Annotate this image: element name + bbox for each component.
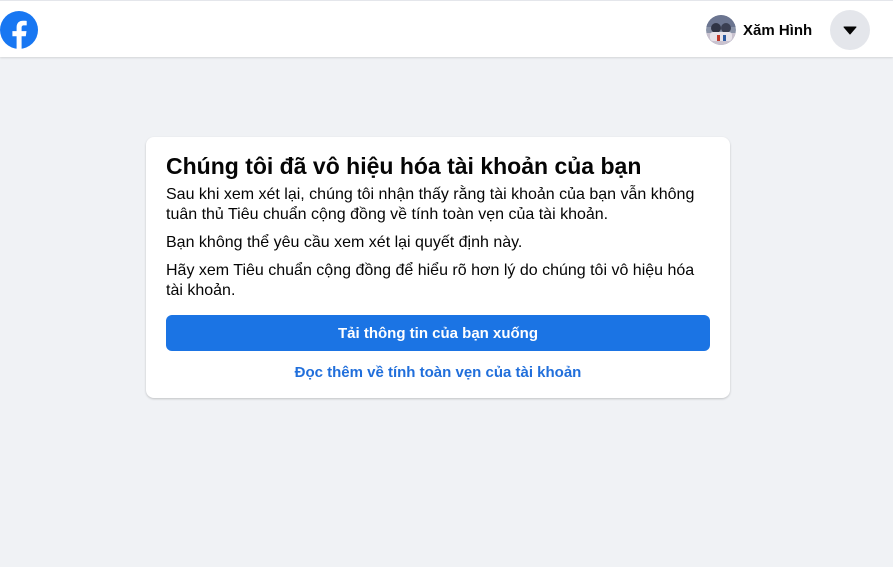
- notice-paragraph-standards: Hãy xem Tiêu chuẩn cộng đồng để hiểu rõ …: [166, 262, 695, 299]
- profile-avatar-icon[interactable]: [706, 15, 736, 45]
- profile-name[interactable]: Xăm Hình: [743, 22, 812, 39]
- profile-shortcut[interactable]: Xăm Hình: [706, 13, 818, 47]
- notice-paragraph-review: Sau khi xem xét lại, chúng tôi nhận thấy…: [166, 186, 695, 223]
- download-info-button[interactable]: Tải thông tin của bạn xuống: [166, 315, 710, 351]
- account-menu-button[interactable]: [830, 10, 870, 50]
- top-navigation-bar: Xăm Hình: [0, 0, 893, 57]
- notice-paragraph-no-appeal: Bạn không thể yêu cầu xem xét lại quyết …: [166, 234, 523, 251]
- learn-more-link[interactable]: Đọc thêm về tính toàn vẹn của tài khoản: [166, 364, 710, 381]
- account-disabled-card: Chúng tôi đã vô hiệu hóa tài khoản của b…: [146, 137, 730, 398]
- caret-down-icon: [843, 26, 857, 34]
- facebook-logo-icon[interactable]: [0, 11, 38, 49]
- notice-title: Chúng tôi đã vô hiệu hóa tài khoản của b…: [166, 153, 642, 179]
